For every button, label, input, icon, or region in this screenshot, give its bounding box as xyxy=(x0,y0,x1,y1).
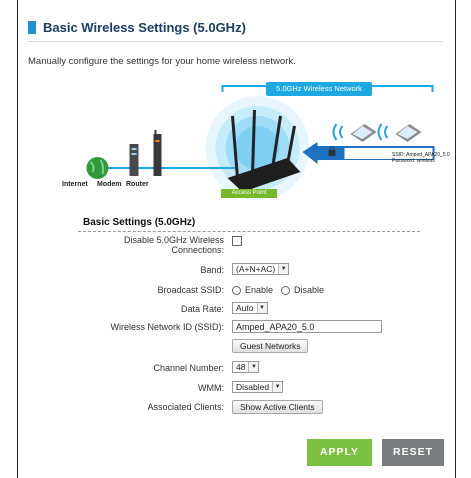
title-marker-icon xyxy=(28,21,36,34)
data-rate-select[interactable]: Auto ▼ xyxy=(232,302,268,314)
channel-control: 48 ▼ xyxy=(232,361,260,373)
band-control: (A+N+AC) ▼ xyxy=(232,263,290,275)
page-description: Manually configure the settings for your… xyxy=(28,56,296,67)
broadcast-disable-radio[interactable] xyxy=(281,285,291,295)
channel-label: Channel Number: xyxy=(153,363,224,373)
laptop-icon xyxy=(377,123,422,142)
band-row: Band: (A+N+AC) ▼ xyxy=(58,263,438,277)
guest-networks-button[interactable]: Guest Networks xyxy=(232,339,309,353)
reset-button[interactable]: RESET xyxy=(382,439,444,466)
page-title: Basic Wireless Settings (5.0GHz) xyxy=(43,20,246,35)
ssid-control: Amped_APA20_5.0 xyxy=(232,320,382,333)
modem-caption: Modem xyxy=(97,181,122,188)
disable-checkbox[interactable] xyxy=(232,236,242,246)
broadcast-row: Broadcast SSID: Enable Disable xyxy=(58,283,438,297)
clients-label: Associated Clients: xyxy=(147,402,224,412)
chevron-down-icon: ▼ xyxy=(248,362,259,372)
channel-value: 48 xyxy=(236,362,246,372)
show-active-clients-button[interactable]: Show Active Clients xyxy=(232,400,323,414)
wmm-value: Disabled xyxy=(236,382,270,392)
chevron-down-icon: ▼ xyxy=(278,264,289,274)
channel-row: Channel Number: 48 ▼ xyxy=(58,361,438,375)
data-rate-value: Auto xyxy=(236,303,254,313)
wmm-label: WMM: xyxy=(198,383,224,393)
section-title: Basic Settings (5.0GHz) xyxy=(83,217,196,228)
access-point-caption: Access Point xyxy=(221,189,277,198)
guest-row: Guest Networks xyxy=(58,339,438,353)
wmm-row: WMM: Disabled ▼ xyxy=(58,381,438,395)
ssid-row: Wireless Network ID (SSID): Amped_APA20_… xyxy=(58,320,438,334)
broadcast-label: Broadcast SSID: xyxy=(157,285,224,295)
router-caption: Router xyxy=(126,181,149,188)
band-value: (A+N+AC) xyxy=(236,264,276,274)
guest-control: Guest Networks xyxy=(232,339,309,353)
disable-label: Disable 5.0GHz Wireless Connections: xyxy=(124,235,224,255)
apply-button[interactable]: APPLY xyxy=(307,439,372,466)
wmm-control: Disabled ▼ xyxy=(232,381,284,393)
section-divider xyxy=(78,231,420,232)
title-divider xyxy=(28,41,443,42)
band-select[interactable]: (A+N+AC) ▼ xyxy=(232,263,290,275)
router-icon xyxy=(153,130,162,176)
band-label: Band: xyxy=(200,265,224,275)
data-rate-row: Data Rate: Auto ▼ xyxy=(58,302,438,316)
page-header: Basic Wireless Settings (5.0GHz) xyxy=(28,20,246,35)
channel-select[interactable]: 48 ▼ xyxy=(232,361,260,373)
disable-control xyxy=(232,236,242,246)
clients-row: Associated Clients: Show Active Clients xyxy=(58,400,438,414)
disable-label-line2: Connections: xyxy=(171,245,224,255)
clients-control: Show Active Clients xyxy=(232,400,323,414)
broadcast-control: Enable Disable xyxy=(232,285,324,295)
chevron-down-icon: ▼ xyxy=(272,382,283,392)
disable-label-line1: Disable 5.0GHz Wireless xyxy=(123,235,224,245)
laptop-icon xyxy=(332,123,377,142)
settings-panel: Basic Wireless Settings (5.0GHz) Manuall… xyxy=(17,0,456,478)
modem-icon xyxy=(129,144,139,176)
internet-globe-icon xyxy=(86,157,109,179)
ssid-credentials: SSID: Amped_APA20_5.0 Password: wireless xyxy=(392,152,450,164)
data-rate-control: Auto ▼ xyxy=(232,302,268,314)
ssid-input[interactable]: Amped_APA20_5.0 xyxy=(232,320,382,333)
internet-caption: Internet xyxy=(62,181,88,188)
ssid-label: Wireless Network ID (SSID): xyxy=(110,322,224,332)
broadcast-disable-label: Disable xyxy=(294,285,325,295)
data-rate-label: Data Rate: xyxy=(180,304,224,314)
broadcast-enable-radio[interactable] xyxy=(232,285,241,295)
network-banner-label: 5.0GHz Wireless Network xyxy=(266,82,372,96)
broadcast-enable-label: Enable xyxy=(245,285,274,295)
wmm-select[interactable]: Disabled ▼ xyxy=(232,381,284,393)
disable-row: Disable 5.0GHz Wireless Connections: xyxy=(58,235,438,257)
chevron-down-icon: ▼ xyxy=(256,303,267,313)
password-line: Password: wireless xyxy=(392,158,435,164)
